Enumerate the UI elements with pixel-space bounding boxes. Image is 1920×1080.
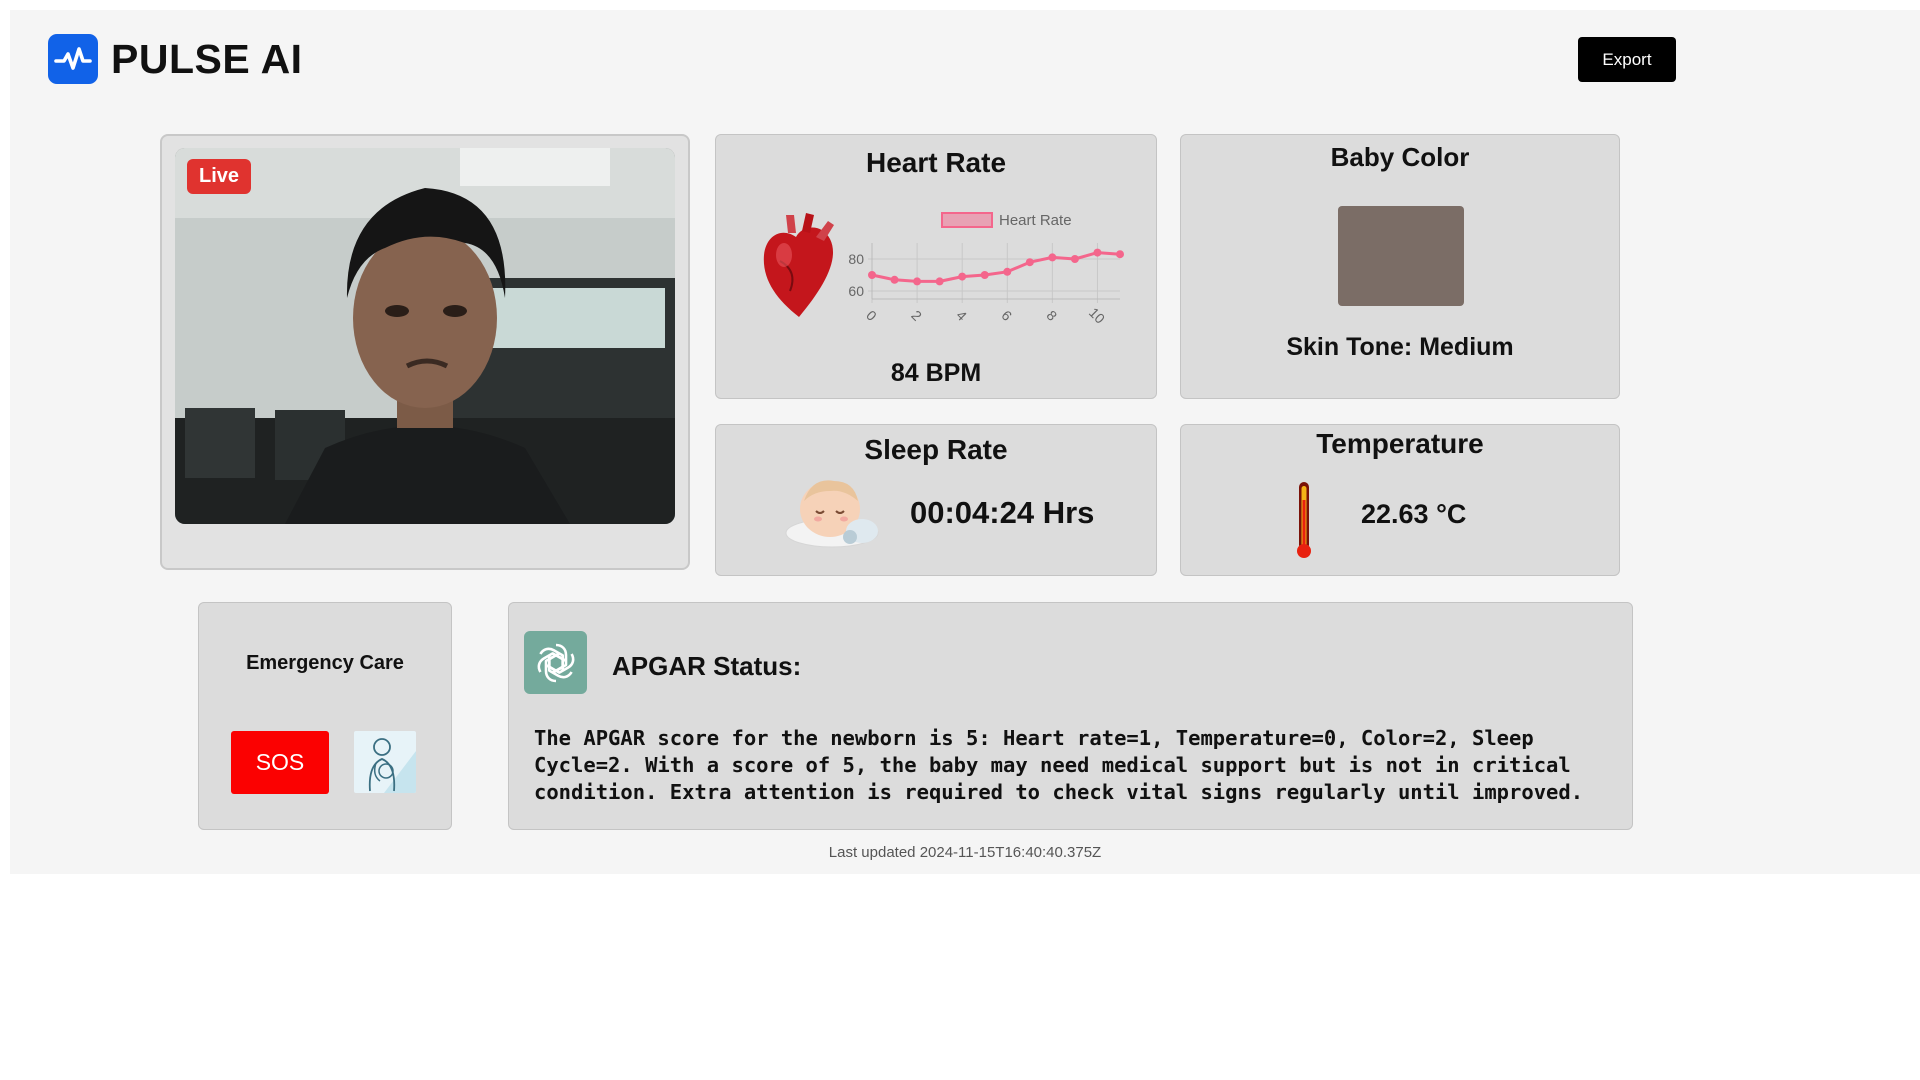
- x-tick-label: 2: [908, 307, 925, 324]
- y-tick-label: 60: [848, 283, 864, 299]
- skin-color-swatch: [1338, 206, 1464, 306]
- live-camera-feed: Live: [175, 148, 675, 524]
- data-point: [890, 275, 899, 284]
- data-point: [935, 277, 944, 286]
- temperature-value: 22.63 °C: [1361, 499, 1467, 529]
- doctor-icon[interactable]: [354, 731, 416, 793]
- y-tick-label: 80: [848, 251, 864, 267]
- ai-assistant-icon: [524, 631, 587, 694]
- heart-rate-line: [871, 251, 1121, 283]
- data-point: [913, 277, 922, 286]
- x-tick-label: 6: [998, 307, 1015, 324]
- emergency-care-card: Emergency Care SOS: [198, 602, 452, 830]
- data-point: [1025, 258, 1034, 267]
- heart-rate-title: Heart Rate: [865, 147, 1007, 178]
- data-point: [1116, 250, 1124, 259]
- x-tick-label: 4: [953, 307, 970, 324]
- app-name: PULSE AI: [111, 35, 303, 82]
- baby-color-title: Baby Color: [1330, 142, 1470, 172]
- x-tick-label: 10: [1086, 304, 1108, 326]
- skin-tone-label: Skin Tone: Medium: [1286, 333, 1514, 361]
- apgar-description: The APGAR score for the newborn is 5: He…: [534, 726, 1584, 804]
- pulse-icon: [48, 34, 98, 84]
- last-updated-timestamp: Last updated 2024-11-15T16:40:40.375Z: [828, 844, 1102, 861]
- heart-rate-value: 84 BPM: [890, 359, 982, 387]
- x-tick-label: 8: [1043, 307, 1060, 324]
- baby-color-card: Baby Color Skin Tone: Medium: [1180, 134, 1620, 399]
- data-point: [1070, 255, 1079, 263]
- legend-swatch: [941, 212, 993, 228]
- export-button[interactable]: Export: [1578, 37, 1676, 82]
- sleeping-baby-icon: [782, 471, 882, 556]
- heart-rate-chart: Heart Rate 0 2 4 6 8 10 60 80: [848, 212, 1124, 327]
- apgar-status-title: APGAR Status:: [612, 651, 802, 681]
- dashboard: PULSE AI Export Live Heart Rate Heart Ra…: [10, 10, 1920, 874]
- sos-button[interactable]: SOS: [231, 731, 329, 794]
- data-point: [1093, 248, 1102, 257]
- thermometer-icon: [1296, 480, 1312, 565]
- legend-label: Heart Rate: [999, 212, 1072, 229]
- data-point: [868, 271, 876, 279]
- sleep-duration-value: 00:04:24 Hrs: [910, 495, 1095, 530]
- sleep-rate-card: Sleep Rate 00:04:24 Hrs: [715, 424, 1157, 576]
- data-point: [980, 271, 989, 279]
- sleep-rate-title: Sleep Rate: [864, 434, 1008, 465]
- data-point: [958, 272, 967, 281]
- live-video-card: Live: [160, 134, 690, 570]
- app-logo: PULSE AI: [48, 34, 303, 84]
- emergency-care-title: Emergency Care: [246, 652, 404, 674]
- data-point: [1048, 253, 1057, 262]
- heart-icon: [758, 211, 840, 326]
- temperature-card: Temperature 22.63 °C: [1180, 424, 1620, 576]
- x-tick-label: 0: [863, 307, 880, 324]
- apgar-status-card: APGAR Status: The APGAR score for the ne…: [508, 602, 1633, 830]
- temperature-title: Temperature: [1316, 428, 1484, 459]
- heart-rate-card: Heart Rate Heart Rate 0 2 4 6 8 10 60 80 84 BPM: [715, 134, 1157, 399]
- live-badge: Live: [187, 159, 252, 194]
- data-point: [1003, 267, 1012, 276]
